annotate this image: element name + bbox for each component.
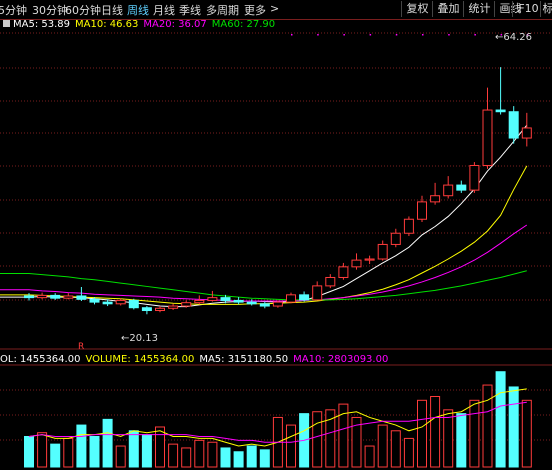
candle-up <box>63 295 74 299</box>
kline-chart[interactable] <box>0 0 552 470</box>
candle-down <box>456 184 467 191</box>
candle-up <box>351 259 362 268</box>
volume-bar-down <box>495 371 506 468</box>
dot-marker <box>474 34 476 36</box>
volume-bar-down <box>50 443 61 468</box>
volume-bar-up <box>168 443 179 468</box>
candle-down <box>495 109 506 113</box>
volume-bar-down <box>24 436 34 468</box>
candle-up <box>325 276 336 287</box>
volume-bar-up <box>482 384 493 468</box>
volume-bar-up <box>377 424 388 468</box>
candle-down <box>299 294 310 301</box>
dot-marker <box>395 34 398 36</box>
candle-down <box>128 299 139 309</box>
candle-up <box>377 243 388 260</box>
volume-bar-down <box>259 449 270 468</box>
candle-up <box>312 285 323 301</box>
candle-down <box>259 303 270 307</box>
volume-bar-down <box>141 434 152 468</box>
min-price-label: ←20.13 <box>121 333 159 344</box>
volume-bar-up <box>37 432 48 468</box>
event-marker: R <box>78 342 85 352</box>
candle-up <box>37 294 48 299</box>
candle-up <box>115 299 126 305</box>
candle-up <box>168 305 179 309</box>
candle-down <box>50 294 61 299</box>
volume-bar-down <box>456 413 467 468</box>
volume-bar-up <box>430 395 441 468</box>
candle-up <box>430 195 441 203</box>
volume-bar-up <box>469 399 480 468</box>
volume-bar-up <box>312 411 323 468</box>
volume-bar-down <box>102 418 113 468</box>
candle-down <box>233 299 244 303</box>
candle-up <box>417 201 427 220</box>
volume-bar-up <box>417 399 427 468</box>
candle-up <box>286 294 296 303</box>
candle-up <box>469 164 480 191</box>
dot-marker <box>317 34 319 36</box>
candle-down <box>24 295 34 299</box>
dot-marker <box>369 34 372 36</box>
volume-bar-up <box>207 441 218 468</box>
dot-marker <box>448 34 450 36</box>
candle-down <box>220 297 231 301</box>
candle-down <box>76 295 87 300</box>
candle-down <box>89 298 100 303</box>
volume-bar-up <box>443 409 454 468</box>
volume-bar-up <box>181 447 192 468</box>
volume-bar-down <box>220 447 231 468</box>
candle-up <box>272 301 283 307</box>
volume-bar-down <box>233 451 244 468</box>
candle-down <box>102 301 113 305</box>
volume-bar-up <box>155 426 165 468</box>
volume-bar-up <box>115 445 126 468</box>
candle-up <box>194 299 205 304</box>
candle-up <box>521 127 532 139</box>
volume-bar-down <box>89 436 100 468</box>
volume-bar-down <box>508 386 519 468</box>
volume-bar-down <box>76 424 87 468</box>
volume-bar-down <box>128 430 139 468</box>
volume-bar-up <box>390 430 401 468</box>
volume-bar-up <box>364 445 375 468</box>
candle-up <box>443 184 454 197</box>
dot-marker <box>422 34 424 36</box>
candle-up <box>155 307 165 312</box>
dot-marker <box>343 34 345 36</box>
volume-bar-down <box>246 445 257 468</box>
candle-up <box>403 218 414 234</box>
volume-bar-up <box>194 439 205 468</box>
ma20-line <box>0 224 528 302</box>
ma5-line <box>0 124 528 308</box>
volume-bar-up <box>286 424 296 468</box>
candle-up <box>338 266 349 278</box>
dot-marker <box>291 34 293 36</box>
candle-up <box>390 232 401 245</box>
candle-down <box>246 301 257 305</box>
volume-bar-up <box>521 399 532 468</box>
candle-up <box>364 258 375 261</box>
volume-bar-up <box>403 437 414 468</box>
volume-bar-up <box>63 437 74 468</box>
candle-up <box>181 302 192 307</box>
max-price-label: ←64.26 <box>495 32 533 43</box>
candle-up <box>482 109 493 166</box>
candle-down <box>508 111 519 139</box>
candle-up <box>207 297 218 301</box>
candle-down <box>141 307 152 312</box>
